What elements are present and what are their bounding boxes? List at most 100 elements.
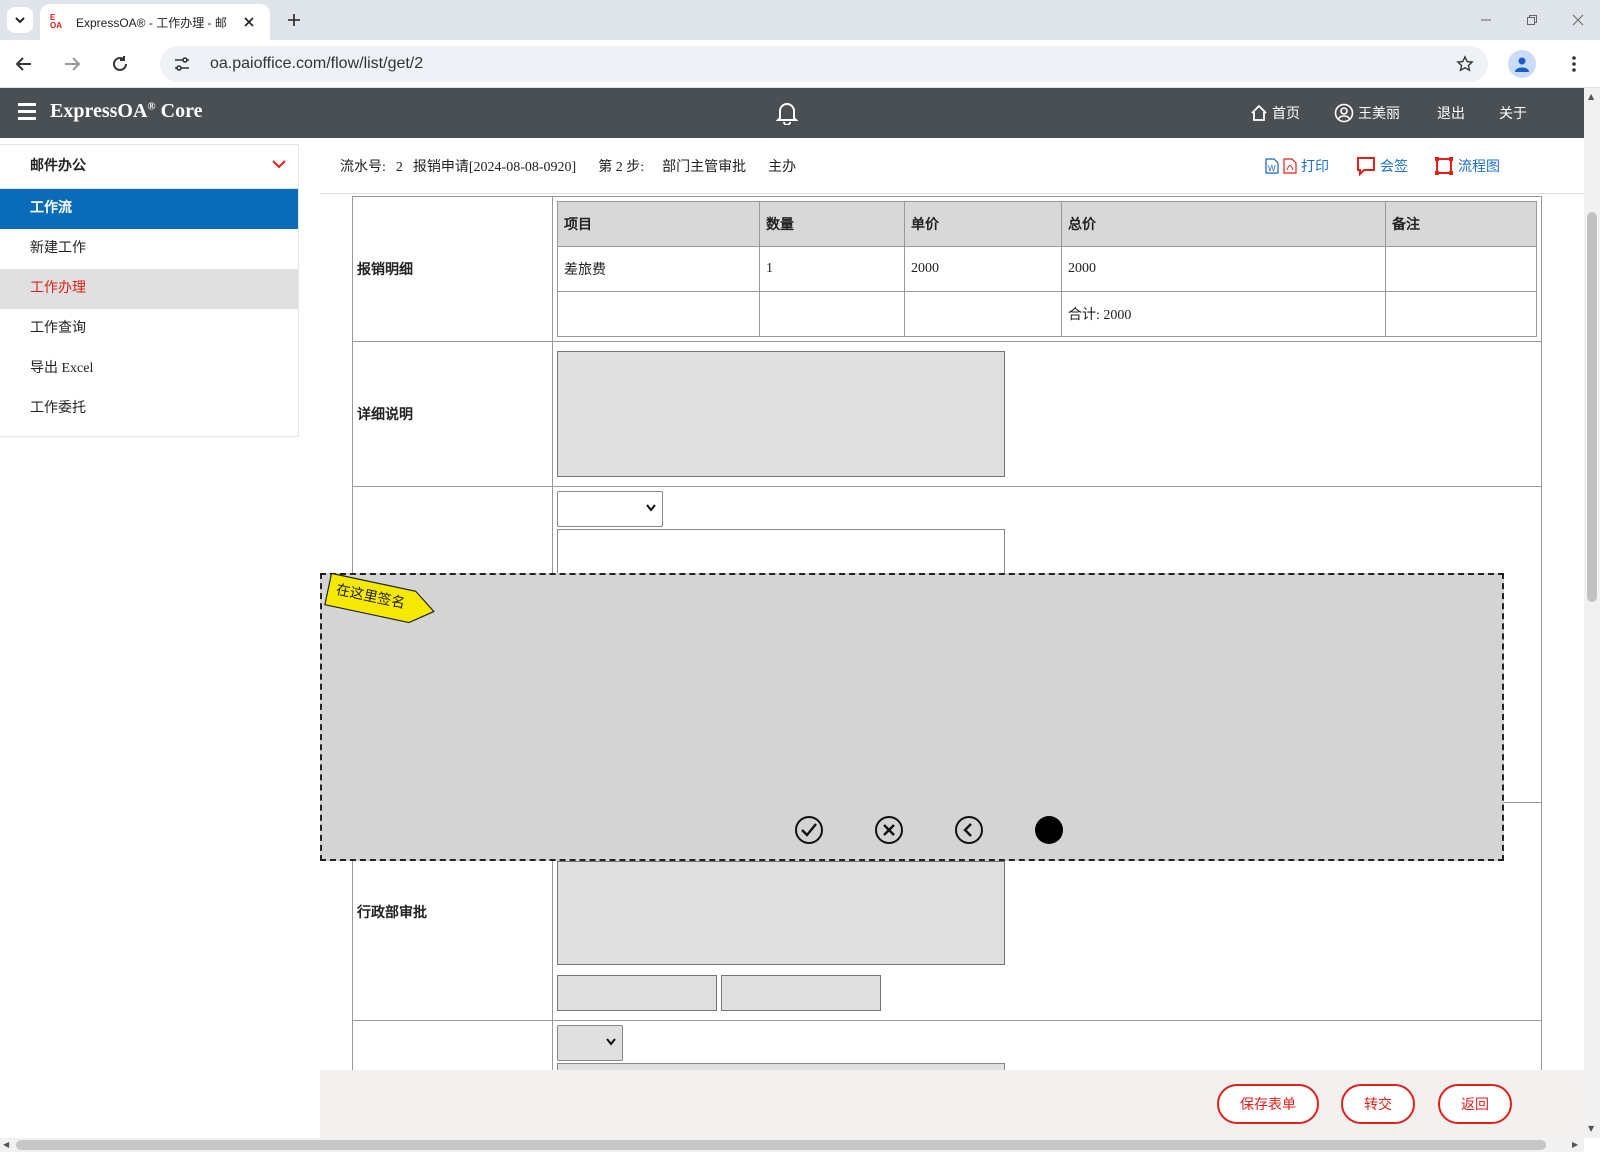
browser-tab[interactable]: E OA ExpressOA® - 工作办理 - 邮 [40,4,270,40]
admin-approval-textarea[interactable] [557,861,1005,965]
new-tab-button[interactable] [282,8,306,32]
table-cell[interactable] [1385,291,1537,337]
brand-name: ExpressOA [50,100,148,122]
chevron-down-icon [606,1038,616,1046]
flowchart-action[interactable]: 流程图 [1434,156,1500,176]
table-row: 合计: 2000 [557,291,1537,337]
brand-suffix: Core [160,100,203,122]
back-button[interactable]: 返回 [1438,1084,1512,1124]
clear-icon[interactable] [874,815,904,845]
print-label: 打印 [1301,160,1329,175]
description-textarea[interactable] [557,351,1005,477]
serial-label: 流水号: [340,160,386,175]
scroll-left-icon[interactable]: ◀ [3,1140,9,1149]
flowchart-icon [1435,157,1453,175]
bookmark-button[interactable] [1454,53,1476,75]
tune-icon [175,57,189,71]
arrow-left-icon [15,57,31,71]
nav-about-label: 关于 [1499,107,1527,122]
admin-date-box[interactable] [721,975,881,1011]
minimize-button[interactable] [1476,10,1496,30]
back-button[interactable] [12,52,36,76]
person-icon [1515,57,1529,72]
step-name: 部门主管审批 [662,160,747,175]
col-header: 备注 [1385,201,1537,247]
print-action[interactable]: W 打印 [1265,156,1329,176]
browser-tabstrip: E OA ExpressOA® - 工作办理 - 邮 [0,0,1600,40]
forward-button[interactable] [60,52,84,76]
omnibox[interactable]: oa.paioffice.com/flow/list/get/2 [160,46,1488,82]
sidebar-item-new-work[interactable]: 新建工作 [0,229,298,269]
sidebar-item-delegation[interactable]: 工作委托 [0,389,298,429]
sidebar-item-work-handling[interactable]: 工作办理 [0,269,298,309]
nav-logout[interactable]: 退出 [1437,103,1465,123]
nav-user[interactable]: 王美丽 [1334,103,1400,123]
word-doc-icon: W [1265,158,1279,174]
menu-toggle-icon[interactable] [18,103,36,121]
app-header: ExpressOA® Core 首页 王美丽 退出 关于 [0,88,1584,138]
detail-field: 项目 数量 单价 总价 备注 差旅费 1 2000 2000 合计: 2000 [552,196,1542,342]
nav-user-label: 王美丽 [1358,107,1400,122]
countersign-action[interactable]: 会签 [1356,156,1408,176]
restore-button[interactable] [1522,10,1542,30]
scroll-down-icon[interactable]: ▼ [1588,1124,1594,1133]
nav-home[interactable]: 首页 [1250,103,1300,123]
vertical-scroll-thumb[interactable] [1587,212,1597,602]
nav-home-label: 首页 [1272,107,1300,122]
next-input[interactable] [557,1063,1005,1070]
flow-info-bar: 流水号: 2 报销申请[2024-08-08-0920] 第 2 步: 部门主管审批 主办… [320,138,1584,194]
save-form-button[interactable]: 保存表单 [1217,1084,1319,1124]
opinion-input[interactable] [557,529,1005,577]
table-cell[interactable] [1385,246,1537,292]
horizontal-scrollbar[interactable]: ◀ ▶ [0,1138,1584,1152]
confirm-icon[interactable] [794,815,824,845]
profile-button[interactable] [1508,50,1536,78]
tab-search-button[interactable] [7,7,33,33]
next-select[interactable] [557,1025,623,1061]
table-cell[interactable] [557,291,760,337]
nav-about[interactable]: 关于 [1499,103,1527,123]
site-info-button[interactable] [170,52,194,76]
sidebar: 邮件办公 工作流 新建工作 工作办理 工作查询 导出 Excel 工作委托 [0,144,299,437]
arrow-right-icon [65,57,81,71]
admin-signer-box[interactable] [557,975,717,1011]
scroll-right-icon[interactable]: ▶ [1572,1140,1578,1149]
flowchart-label: 流程图 [1458,160,1500,175]
window-close-button[interactable] [1568,10,1588,30]
col-header: 单价 [904,201,1062,247]
reload-button[interactable] [108,52,132,76]
scroll-up-icon[interactable]: ▲ [1588,92,1594,101]
transfer-button[interactable]: 转交 [1341,1084,1415,1124]
table-cell[interactable] [904,291,1062,337]
sidebar-item-export-excel[interactable]: 导出 Excel [0,349,298,389]
notification-bell-icon[interactable] [775,101,800,126]
vertical-scrollbar[interactable]: ▲ ▼ [1584,88,1600,1138]
table-cell[interactable]: 2000 [904,246,1062,292]
table-cell[interactable]: 1 [759,246,905,292]
form-row-next [352,1020,1542,1070]
role-label: 主办 [768,160,797,175]
table-cell[interactable]: 差旅费 [557,246,760,292]
form-row-detail: 报销明细 项目 数量 单价 总价 备注 差旅费 1 2000 2000 合计: … [352,196,1542,342]
table-cell[interactable]: 2000 [1061,246,1386,292]
signature-tag: 在这里签名 [323,571,440,629]
undo-icon[interactable] [954,815,984,845]
close-icon [1572,14,1584,26]
chevron-down-icon [646,504,656,512]
brand-logo[interactable]: ExpressOA® Core [50,100,202,123]
chevron-down-icon [15,17,25,24]
signature-pad[interactable]: 在这里签名 [320,571,1504,861]
table-cell[interactable] [759,291,905,337]
url-text[interactable]: oa.paioffice.com/flow/list/get/2 [210,55,423,73]
sidebar-item-workflow[interactable]: 工作流 [0,189,298,229]
sidebar-item-work-query[interactable]: 工作查询 [0,309,298,349]
col-header: 总价 [1061,201,1386,247]
sidebar-section-header[interactable]: 邮件办公 [0,145,298,189]
opinion-select[interactable] [557,491,663,527]
browser-menu-button[interactable] [1562,52,1586,76]
minimize-icon [1481,19,1491,21]
pen-color-icon[interactable] [1034,815,1064,845]
horizontal-scroll-thumb[interactable] [16,1140,1546,1150]
tab-close-button[interactable] [240,13,258,31]
flow-title: 报销申请[2024-08-08-0920] [412,160,577,175]
